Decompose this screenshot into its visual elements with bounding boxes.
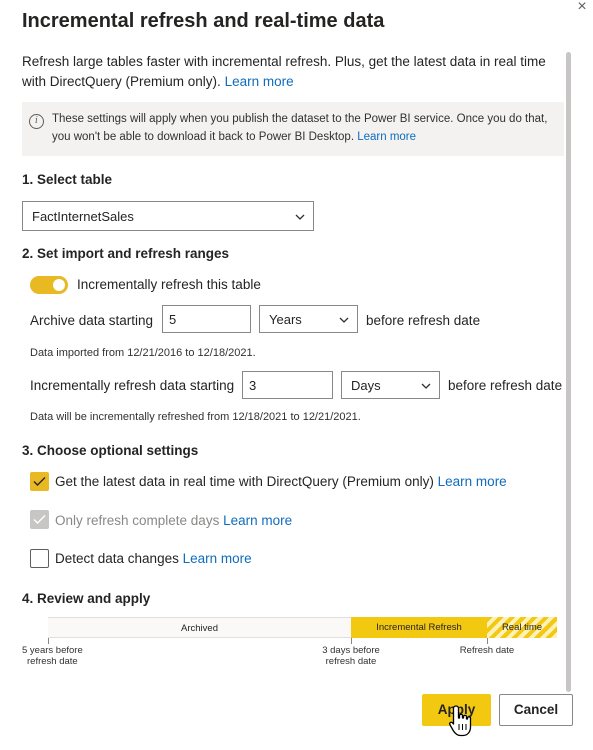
section-review-heading: 4. Review and apply: [22, 591, 151, 606]
scrollbar[interactable]: [563, 40, 573, 692]
complete-days-label: Only refresh complete days: [55, 513, 220, 528]
incremental-value-input[interactable]: [242, 371, 333, 399]
intro-text: Refresh large tables faster with increme…: [22, 52, 557, 92]
archive-note: Data imported from 12/21/2016 to 12/18/2…: [30, 347, 256, 359]
timeline-tick: [48, 638, 49, 644]
incremental-refresh-toggle[interactable]: [30, 276, 68, 294]
chevron-down-icon: [339, 317, 349, 323]
realtime-option: Get the latest data in real time with Di…: [55, 474, 507, 489]
toggle-knob: [53, 279, 65, 291]
timeline-realtime-segment: Real time: [487, 617, 557, 638]
section-optional-settings-heading: 3. Choose optional settings: [22, 443, 199, 458]
section-ranges-heading: 2. Set import and refresh ranges: [22, 246, 230, 261]
timeline-archived-segment: Archived: [48, 617, 351, 638]
timeline-tick: [351, 638, 352, 644]
archive-value-input[interactable]: [162, 305, 251, 333]
incremental-refresh-dialog: Incremental refresh and real-time data ×…: [0, 0, 593, 750]
scroll-thumb[interactable]: [566, 52, 571, 692]
close-icon[interactable]: ×: [573, 0, 591, 16]
incremental-note: Data will be incrementally refreshed fro…: [30, 411, 361, 423]
timeline-tick: [487, 638, 488, 644]
incremental-suffix: before refresh date: [448, 378, 563, 393]
detect-changes-option: Detect data changes Learn more: [55, 551, 252, 566]
tick-label-line: 5 years before: [22, 645, 83, 656]
tick-label-line: refresh date: [27, 656, 78, 667]
section-select-table-heading: 1. Select table: [22, 172, 113, 187]
chevron-down-icon: [295, 214, 305, 220]
toggle-label: Incrementally refresh this table: [77, 277, 261, 292]
archive-unit-dropdown[interactable]: Years: [259, 305, 358, 333]
apply-button[interactable]: Apply: [422, 694, 491, 726]
realtime-checkbox[interactable]: [30, 472, 49, 491]
archive-label: Archive data starting: [30, 313, 154, 328]
info-message-box: i These settings will apply when you pub…: [22, 102, 564, 156]
timeline-tick-label-incremental: 3 days before refresh date: [316, 645, 386, 667]
detect-changes-label: Detect data changes: [55, 551, 179, 566]
detect-changes-checkbox[interactable]: [30, 549, 49, 568]
table-select-dropdown[interactable]: FactInternetSales: [22, 201, 314, 231]
timeline-tick-label-start: 5 years before refresh date: [22, 645, 92, 667]
complete-days-option: Only refresh complete days Learn more: [55, 513, 292, 528]
incremental-unit-dropdown[interactable]: Days: [341, 371, 440, 399]
table-select-value: FactInternetSales: [32, 209, 134, 224]
complete-days-learn-more-link[interactable]: Learn more: [223, 513, 292, 528]
timeline-incremental-segment: Incremental Refresh: [351, 617, 487, 638]
complete-days-checkbox: [30, 510, 49, 529]
archive-unit-value: Years: [269, 312, 302, 327]
intro-learn-more-link[interactable]: Learn more: [225, 74, 294, 89]
archive-suffix: before refresh date: [366, 313, 481, 328]
dialog-title: Incremental refresh and real-time data: [22, 10, 385, 32]
info-message-text: These settings will apply when you publi…: [52, 113, 548, 143]
checkmark-icon: [33, 477, 46, 486]
tick-label-line: refresh date: [325, 656, 377, 667]
cancel-button[interactable]: Cancel: [499, 694, 573, 726]
tick-label-line: 3 days before: [322, 645, 380, 656]
info-learn-more-link[interactable]: Learn more: [357, 131, 416, 143]
chevron-down-icon: [421, 383, 431, 389]
incremental-unit-value: Days: [351, 378, 381, 393]
realtime-label: Get the latest data in real time with Di…: [55, 474, 434, 489]
timeline-tick-label-refresh: Refresh date: [459, 645, 515, 656]
checkmark-icon: [33, 515, 46, 524]
info-icon: i: [29, 114, 44, 129]
info-message: These settings will apply when you publi…: [52, 110, 552, 146]
realtime-learn-more-link[interactable]: Learn more: [438, 474, 507, 489]
incremental-label: Incrementally refresh data starting: [30, 378, 235, 393]
detect-changes-learn-more-link[interactable]: Learn more: [183, 551, 252, 566]
